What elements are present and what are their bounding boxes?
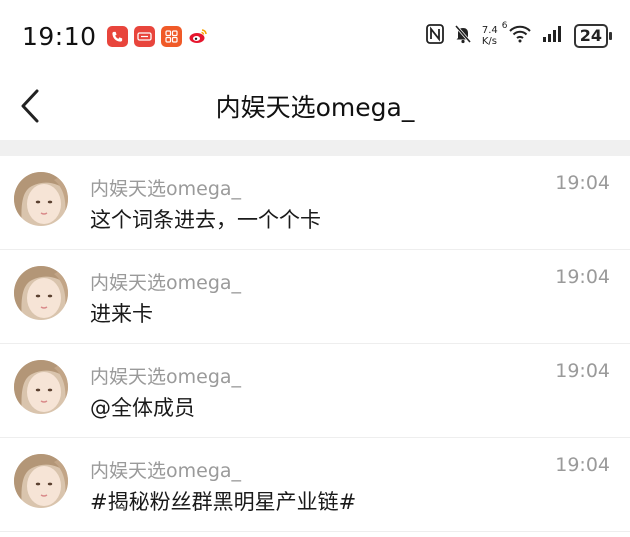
news-app-icon xyxy=(133,25,155,47)
network-speed: 7.4 K/s xyxy=(482,25,498,47)
avatar[interactable] xyxy=(14,454,68,508)
page-title: 内娱天选omega_ xyxy=(215,93,415,122)
wifi-badge: 6 xyxy=(501,21,508,31)
network-speed-unit: K/s xyxy=(481,36,497,47)
chevron-left-icon xyxy=(21,89,39,123)
message-time: 19:04 xyxy=(555,360,610,382)
message-item[interactable]: 内娱天选omega_ 进来卡 19:04 xyxy=(0,250,630,344)
notification-icons xyxy=(106,25,209,47)
section-divider xyxy=(0,140,630,156)
message-content: #揭秘粉丝群黑明星产业链# xyxy=(90,490,357,514)
weibo-icon xyxy=(187,25,209,47)
message-content: 进来卡 xyxy=(90,302,153,326)
sender-name: 内娱天选omega_ xyxy=(90,178,242,200)
nav-bar: 内娱天选omega_ xyxy=(0,72,630,140)
sender-name: 内娱天选omega_ xyxy=(90,272,242,294)
message-item[interactable]: 内娱天选omega_ @全体成员 19:04 xyxy=(0,344,630,438)
message-content: 这个词条进去，一个个卡 xyxy=(90,208,321,232)
message-item[interactable]: 内娱天选omega_ #揭秘粉丝群黑明星产业链# 19:04 xyxy=(0,438,630,532)
status-time: 19:10 xyxy=(22,21,97,51)
battery-indicator: 24 xyxy=(573,24,613,48)
status-bar: 19:10 7.4 K/s 6 24 xyxy=(0,0,630,72)
avatar[interactable] xyxy=(14,172,68,226)
message-time: 19:04 xyxy=(555,266,610,288)
mute-bell-icon xyxy=(454,24,472,48)
message-item[interactable]: 内娱天选omega_ 这个词条进去，一个个卡 19:04 xyxy=(0,156,630,250)
message-content: @全体成员 xyxy=(90,396,195,420)
avatar[interactable] xyxy=(14,360,68,414)
message-time: 19:04 xyxy=(555,454,610,476)
back-button[interactable] xyxy=(10,84,50,128)
network-speed-value: 7.4 xyxy=(481,25,498,36)
system-indicators: 7.4 K/s 6 24 xyxy=(425,21,613,48)
nfc-icon xyxy=(425,24,444,48)
phone-app-icon xyxy=(106,25,128,47)
apps-grid-icon xyxy=(160,25,182,47)
wifi-icon: 6 xyxy=(502,21,532,47)
message-time: 19:04 xyxy=(555,172,610,194)
message-list: 内娱天选omega_ 这个词条进去，一个个卡 19:04 内娱天选omega_ … xyxy=(0,156,630,532)
avatar[interactable] xyxy=(14,266,68,320)
signal-icon xyxy=(542,26,564,46)
sender-name: 内娱天选omega_ xyxy=(90,460,242,482)
sender-name: 内娱天选omega_ xyxy=(90,366,242,388)
